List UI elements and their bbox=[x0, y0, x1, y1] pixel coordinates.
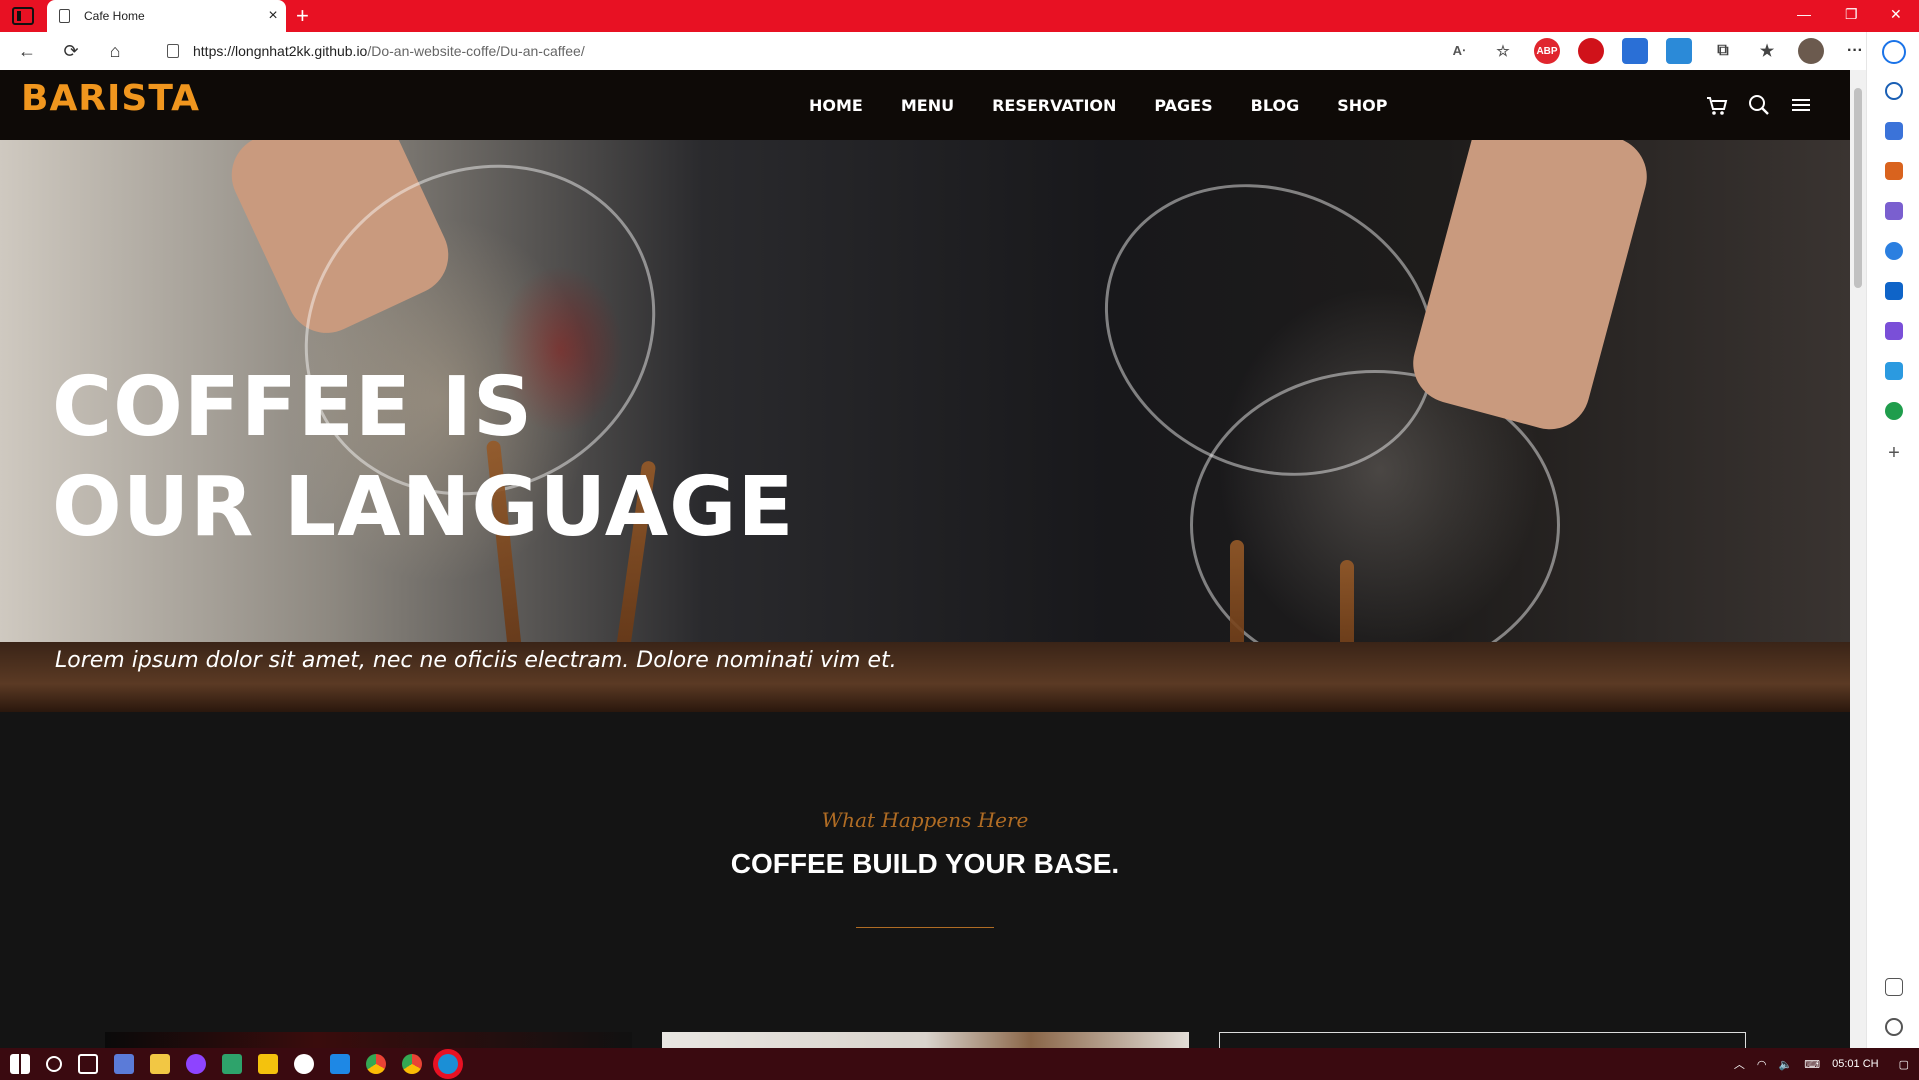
tab-actions-icon[interactable] bbox=[12, 7, 34, 25]
read-aloud-icon[interactable]: Aᐧ bbox=[1446, 38, 1472, 64]
adblock-plus-icon[interactable]: ABP bbox=[1534, 38, 1560, 64]
lock-icon bbox=[167, 44, 179, 58]
home-button[interactable]: ⌂ bbox=[100, 36, 130, 66]
drop-icon[interactable] bbox=[1885, 362, 1903, 380]
file-explorer-icon[interactable] bbox=[150, 1054, 170, 1074]
tree-icon[interactable] bbox=[1885, 402, 1903, 420]
chevron-up-icon[interactable]: ︿ bbox=[1734, 1056, 1745, 1072]
nav-shop[interactable]: SHOP bbox=[1337, 96, 1387, 115]
language-icon[interactable]: ⌨ bbox=[1804, 1058, 1820, 1071]
close-window-button[interactable]: ✕ bbox=[1890, 6, 1902, 23]
sticky-notes-icon[interactable] bbox=[258, 1054, 278, 1074]
microsoft-365-icon[interactable] bbox=[1885, 242, 1903, 260]
heading-divider bbox=[856, 927, 994, 928]
search-icon[interactable] bbox=[46, 1056, 62, 1072]
page-icon bbox=[59, 9, 70, 23]
what-happens-section: What Happens Here COFFEE BUILD YOUR BASE… bbox=[0, 712, 1850, 1048]
sidebar-toggle-icon[interactable] bbox=[1885, 978, 1903, 996]
minimize-button[interactable]: — bbox=[1797, 6, 1811, 22]
volume-icon[interactable]: 🔈 bbox=[1779, 1058, 1793, 1071]
main-nav: HOME MENU RESERVATION PAGES BLOG SHOP bbox=[790, 70, 1406, 140]
hero-subtitle: Lorem ipsum dolor sit amet, nec ne ofici… bbox=[55, 648, 897, 673]
toolbar-actions: Aᐧ ☆ ABP ⧉ ★ ··· bbox=[1428, 36, 1868, 66]
task-view-icon[interactable] bbox=[78, 1054, 98, 1074]
vscode-icon[interactable] bbox=[330, 1054, 350, 1074]
shopping-icon[interactable] bbox=[1885, 122, 1903, 140]
restore-button[interactable]: ❐ bbox=[1845, 6, 1858, 23]
feature-card-3[interactable] bbox=[1219, 1032, 1746, 1048]
teams-icon[interactable] bbox=[114, 1054, 134, 1074]
edge-icon[interactable] bbox=[438, 1054, 458, 1074]
clock[interactable]: 05:01 CH bbox=[1832, 1058, 1878, 1070]
feature-card-image-2[interactable] bbox=[662, 1032, 1189, 1048]
url-host: https://longnhat2kk.github.io bbox=[193, 43, 368, 59]
hero-title: COFFEE IS OUR LANGUAGE bbox=[52, 358, 794, 558]
browser-tab[interactable]: Cafe Home × bbox=[47, 0, 286, 32]
app-icon[interactable] bbox=[222, 1054, 242, 1074]
search-icon[interactable] bbox=[1885, 82, 1903, 100]
windows-start-icon[interactable] bbox=[10, 1054, 30, 1074]
url-path: /Do-an-website-coffe/Du-an-caffee/ bbox=[367, 43, 585, 59]
wifi-icon[interactable]: ◠ bbox=[1757, 1058, 1767, 1071]
add-favorite-icon[interactable]: ☆ bbox=[1490, 38, 1516, 64]
nav-pages[interactable]: PAGES bbox=[1154, 96, 1212, 115]
section-kicker: What Happens Here bbox=[821, 808, 1029, 832]
nav-home[interactable]: HOME bbox=[809, 96, 863, 115]
site-logo[interactable]: BARISTA bbox=[21, 78, 200, 119]
nav-blog[interactable]: BLOG bbox=[1251, 96, 1300, 115]
hero-title-line-1: COFFEE IS bbox=[52, 360, 534, 455]
tab-close-button[interactable]: × bbox=[260, 7, 286, 25]
designer-icon[interactable] bbox=[1885, 322, 1903, 340]
more-options-button[interactable]: ··· bbox=[1842, 38, 1868, 64]
scrollbar-thumb[interactable] bbox=[1854, 88, 1862, 288]
stop-extension-icon[interactable] bbox=[1578, 38, 1604, 64]
profile-avatar[interactable] bbox=[1798, 38, 1824, 64]
web-page: BARISTA HOME MENU RESERVATION PAGES BLOG… bbox=[0, 70, 1850, 1048]
messenger-icon[interactable] bbox=[186, 1054, 206, 1074]
feature-card-image-1[interactable] bbox=[105, 1032, 632, 1048]
header-icons bbox=[1688, 92, 1814, 118]
translate-extension-icon[interactable] bbox=[1622, 38, 1648, 64]
search-icon[interactable] bbox=[1746, 92, 1772, 118]
page-scrollbar[interactable] bbox=[1850, 70, 1866, 1048]
chrome-icon[interactable] bbox=[402, 1054, 422, 1074]
site-header: BARISTA HOME MENU RESERVATION PAGES BLOG… bbox=[0, 70, 1850, 140]
nav-menu[interactable]: MENU bbox=[901, 96, 954, 115]
app-icon[interactable] bbox=[294, 1054, 314, 1074]
new-tab-button[interactable]: + bbox=[296, 3, 309, 29]
notifications-icon[interactable]: ▢ bbox=[1899, 1058, 1909, 1071]
back-button[interactable]: ← bbox=[12, 36, 42, 66]
bing-copilot-icon[interactable] bbox=[1882, 40, 1906, 64]
extensions-icon[interactable]: ⧉ bbox=[1710, 38, 1736, 64]
tab-title: Cafe Home bbox=[84, 9, 145, 23]
settings-gear-icon[interactable] bbox=[1885, 1018, 1903, 1036]
browser-tab-strip: Cafe Home × + — ❐ ✕ bbox=[0, 0, 1919, 32]
nav-reservation[interactable]: RESERVATION bbox=[992, 96, 1116, 115]
windows-taskbar: ︿ ◠ 🔈 ⌨ 05:01 CH ▢ bbox=[0, 1048, 1919, 1080]
add-sidebar-app-icon[interactable]: + bbox=[1885, 443, 1903, 463]
hero-banner: COFFEE IS OUR LANGUAGE Lorem ipsum dolor… bbox=[0, 140, 1850, 712]
refresh-button[interactable]: ⟳ bbox=[56, 36, 86, 66]
edge-sidebar: + bbox=[1866, 32, 1919, 1048]
google-translate-icon[interactable] bbox=[1666, 38, 1692, 64]
hamburger-menu-icon[interactable] bbox=[1788, 92, 1814, 118]
games-icon[interactable] bbox=[1885, 202, 1903, 220]
outlook-icon[interactable] bbox=[1885, 282, 1903, 300]
hero-hand-right bbox=[1404, 140, 1656, 439]
favorites-icon[interactable]: ★ bbox=[1754, 38, 1780, 64]
section-heading: COFFEE BUILD YOUR BASE. bbox=[730, 848, 1120, 879]
chrome-icon[interactable] bbox=[366, 1054, 386, 1074]
hero-title-line-2: OUR LANGUAGE bbox=[52, 460, 795, 555]
system-tray: ︿ ◠ 🔈 ⌨ 05:01 CH ▢ bbox=[1722, 1048, 1909, 1080]
address-bar[interactable]: https://longnhat2kk.github.io/Do-an-webs… bbox=[145, 36, 1495, 66]
shopping-cart-icon[interactable] bbox=[1704, 92, 1730, 118]
browser-toolbar: ← ⟳ ⌂ https://longnhat2kk.github.io/Do-a… bbox=[0, 32, 1866, 70]
tools-icon[interactable] bbox=[1885, 162, 1903, 180]
